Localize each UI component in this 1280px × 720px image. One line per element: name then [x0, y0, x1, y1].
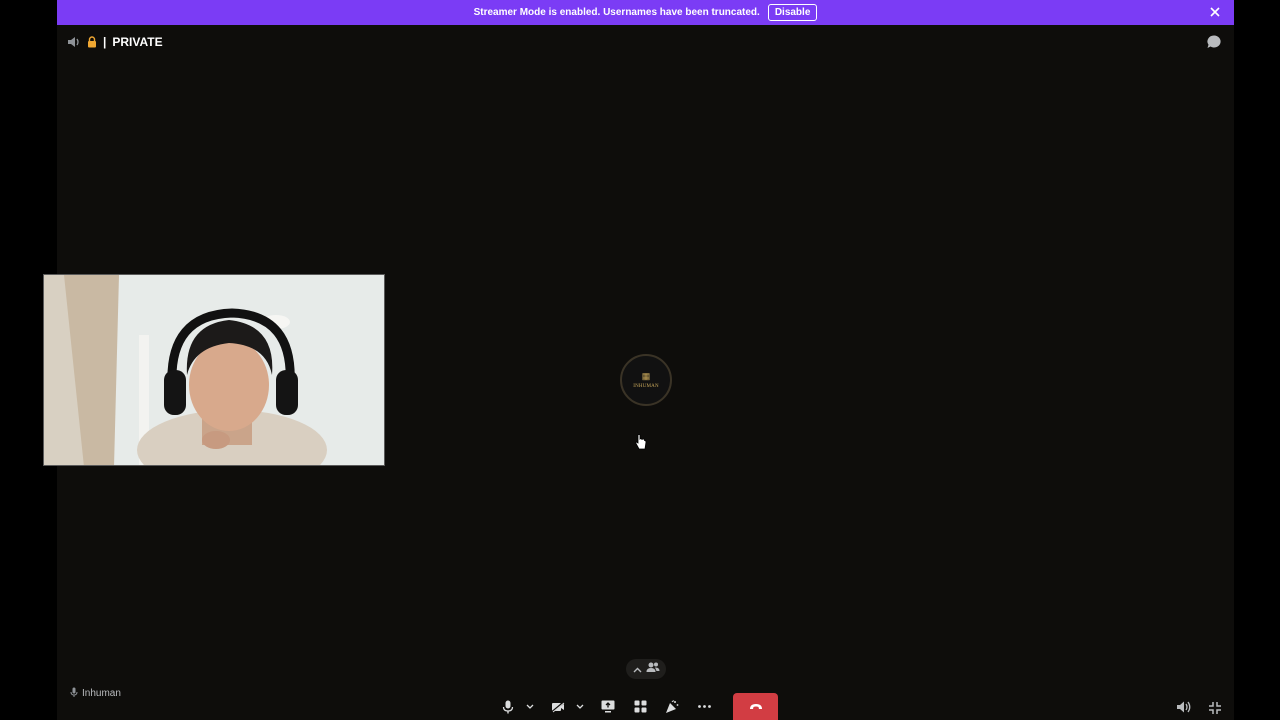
- user-avatar[interactable]: ▦ INHUMAN: [620, 354, 672, 406]
- channel-name: PRIVATE: [112, 35, 163, 49]
- more-icon[interactable]: [691, 693, 717, 720]
- webcam-video: [44, 275, 384, 465]
- screen-share-icon[interactable]: [595, 693, 621, 720]
- mic-small-icon: [70, 687, 78, 700]
- lock-icon: [87, 36, 97, 48]
- channel-separator: |: [103, 35, 107, 49]
- chevron-down-icon[interactable]: [571, 693, 589, 720]
- user-name-chip: Inhuman: [70, 685, 121, 701]
- disable-button[interactable]: Disable: [767, 4, 818, 21]
- banner-text: Streamer Mode is enabled. Usernames have…: [473, 7, 760, 18]
- chevron-up-icon: [633, 660, 642, 678]
- microphone-icon[interactable]: [495, 693, 521, 720]
- speaker-icon: [67, 36, 81, 48]
- logo-mark-icon: ▦: [641, 371, 651, 381]
- participants-toggle[interactable]: [626, 659, 666, 679]
- hang-up-icon: [749, 698, 763, 716]
- soundboard-icon[interactable]: [659, 693, 685, 720]
- chat-icon[interactable]: [1206, 34, 1222, 55]
- hang-up-button[interactable]: [733, 693, 778, 720]
- exit-fullscreen-icon[interactable]: [1208, 701, 1222, 720]
- call-controls: [495, 693, 778, 720]
- close-icon[interactable]: [1208, 5, 1222, 19]
- people-icon: [646, 660, 660, 678]
- channel-header: | PRIVATE: [67, 33, 163, 51]
- camera-off-icon[interactable]: [545, 693, 571, 720]
- user-name: Inhuman: [82, 687, 121, 699]
- activities-icon[interactable]: [627, 693, 653, 720]
- avatar-logo-text: INHUMAN: [633, 384, 659, 389]
- streamer-mode-banner: Streamer Mode is enabled. Usernames have…: [57, 0, 1234, 25]
- chevron-down-icon[interactable]: [521, 693, 539, 720]
- webcam-video-tile[interactable]: [43, 274, 385, 466]
- volume-icon[interactable]: [1176, 700, 1192, 719]
- hand-cursor-icon: [635, 434, 647, 455]
